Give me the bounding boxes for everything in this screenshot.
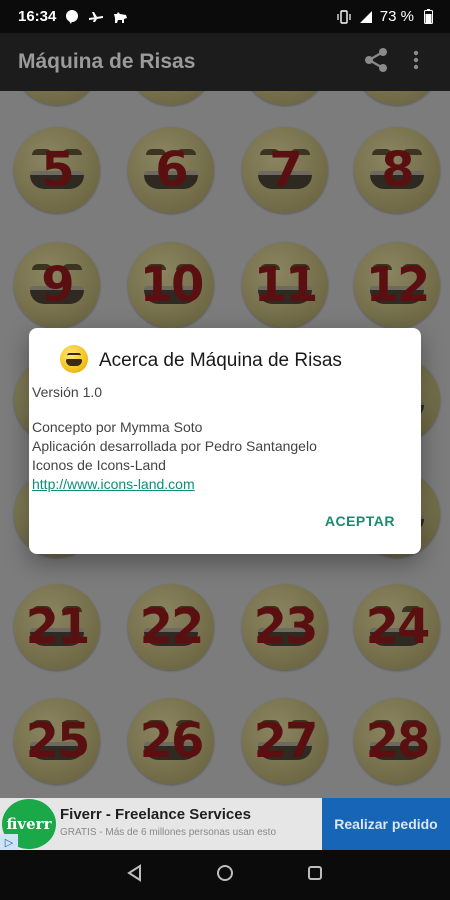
laugh-number: 23: [253, 599, 319, 655]
dialog-line: Concepto por Mymma Soto: [32, 419, 203, 435]
laugh-button-partial[interactable]: [14, 91, 100, 105]
laugh-button[interactable]: 23: [242, 584, 328, 670]
dialog-title: Acerca de Máquina de Risas: [99, 350, 342, 371]
overflow-menu-icon: [413, 50, 419, 75]
nav-home-button[interactable]: [211, 861, 239, 889]
status-bar: 16:34 73 %: [0, 0, 450, 33]
laugh-number: 28: [365, 713, 431, 769]
laugh-number: 22: [139, 599, 205, 655]
laugh-button-partial[interactable]: [354, 91, 440, 105]
share-button[interactable]: [356, 42, 396, 82]
laugh-number: 26: [139, 713, 205, 769]
laugh-button-partial[interactable]: [128, 91, 214, 105]
laugh-number: 25: [25, 713, 91, 769]
laugh-number: 6: [155, 142, 188, 198]
signal-icon: [358, 9, 374, 25]
about-dialog: Acerca de Máquina de Risas Versión 1.0 C…: [29, 328, 421, 554]
ad-subtitle: GRATIS - Más de 6 millones personas usan…: [60, 827, 277, 838]
recents-icon: [306, 864, 324, 887]
laugh-button[interactable]: 9: [14, 242, 100, 328]
laugh-button[interactable]: 27: [242, 698, 328, 784]
accept-button[interactable]: ACEPTAR: [325, 513, 395, 529]
laugh-number: 24: [365, 599, 431, 655]
battery-icon: [420, 9, 436, 25]
laugh-button[interactable]: 28: [354, 698, 440, 784]
laugh-button[interactable]: 12: [354, 242, 440, 328]
laugh-button[interactable]: 10: [128, 242, 214, 328]
vibrate-icon: [336, 9, 352, 25]
laugh-number: 21: [25, 599, 91, 655]
share-icon: [362, 46, 390, 79]
laugh-button-partial[interactable]: [242, 91, 328, 105]
laugh-button[interactable]: 26: [128, 698, 214, 784]
laugh-number: 11: [253, 257, 319, 313]
laughing-face-icon: [60, 345, 88, 373]
laugh-number: 7: [269, 142, 302, 198]
overflow-menu-button[interactable]: [396, 42, 436, 82]
dialog-version: Versión 1.0: [32, 384, 103, 400]
laugh-number: 5: [41, 142, 74, 198]
system-nav-bar: [0, 850, 450, 900]
ad-choices-icon[interactable]: ▷: [0, 834, 18, 850]
battery-percent: 73 %: [379, 8, 414, 25]
laugh-button[interactable]: 25: [14, 698, 100, 784]
home-icon: [216, 864, 234, 887]
ad-cta-button[interactable]: Realizar pedido: [322, 798, 450, 850]
laugh-button[interactable]: 22: [128, 584, 214, 670]
nav-recents-button[interactable]: [301, 861, 329, 889]
laugh-button[interactable]: 8: [354, 127, 440, 213]
laugh-button[interactable]: 24: [354, 584, 440, 670]
app-bar: Máquina de Risas: [0, 33, 450, 91]
laugh-button[interactable]: 7: [242, 127, 328, 213]
laugh-button[interactable]: 6: [128, 127, 214, 213]
laugh-number: 8: [381, 142, 414, 198]
laugh-button[interactable]: 21: [14, 584, 100, 670]
ad-title: Fiverr - Freelance Services: [60, 806, 251, 823]
ad-banner[interactable]: fiverr ▷ Fiverr - Freelance Services GRA…: [0, 798, 450, 850]
airplane-icon: [88, 9, 104, 25]
dialog-line: Aplicación desarrollada por Pedro Santan…: [32, 438, 317, 454]
status-time: 16:34: [18, 8, 57, 25]
laugh-number: 12: [365, 257, 431, 313]
back-icon: [126, 863, 144, 887]
dog-icon: [112, 9, 128, 25]
laugh-button[interactable]: 11: [242, 242, 328, 328]
laugh-number: 10: [139, 257, 205, 313]
icons-land-link[interactable]: http://www.icons-land.com: [32, 475, 317, 494]
laugh-number: 9: [41, 257, 74, 313]
laugh-number: 27: [253, 713, 319, 769]
chat-bubble-icon: [64, 9, 80, 25]
laugh-button[interactable]: 5: [14, 127, 100, 213]
app-title: Máquina de Risas: [18, 50, 196, 73]
nav-back-button[interactable]: [121, 861, 149, 889]
dialog-body: Concepto por Mymma Soto Aplicación desar…: [32, 418, 317, 494]
dialog-line: Iconos de Icons-Land: [32, 457, 166, 473]
